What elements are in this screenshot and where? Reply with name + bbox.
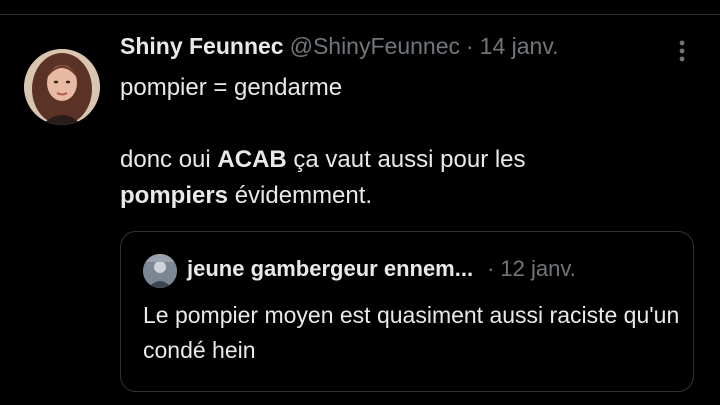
more-vertical-icon	[679, 40, 685, 62]
separator: ·	[487, 256, 495, 281]
quoted-text: Le pompier moyen est quasiment aussi rac…	[143, 302, 680, 363]
text-fragment: évidemment.	[228, 182, 373, 209]
user-handle[interactable]: @ShinyFeunnec	[290, 33, 460, 60]
quoted-tweet[interactable]: jeune gambergeur ennem... · 12 janv. Le …	[120, 231, 694, 392]
avatar-image	[24, 49, 100, 125]
tweet-text: pompier = gendarme donc oui ACAB ça vaut…	[120, 70, 680, 214]
tweet-line: pompier = gendarme	[120, 74, 343, 101]
display-name[interactable]: Shiny Feunnec	[120, 33, 284, 60]
quoted-avatar[interactable]	[143, 254, 177, 288]
bold-word: pompiers	[120, 182, 229, 209]
tweet-line: pompiers évidemment.	[120, 178, 680, 214]
more-button[interactable]	[668, 37, 696, 65]
avatar[interactable]	[24, 49, 100, 125]
tweet-line: donc oui ACAB ça vaut aussi pour les	[120, 142, 680, 178]
text-fragment: ça vaut aussi pour les	[286, 146, 526, 173]
quoted-date[interactable]: 12 janv.	[500, 256, 575, 282]
text-fragment: donc oui	[120, 146, 218, 173]
bold-word: ACAB	[217, 146, 287, 173]
tweet-date[interactable]: 14 janv.	[480, 33, 559, 60]
tweet-screen: Shiny Feunnec @ShinyFeunnec · 14 janv. p…	[0, 0, 720, 405]
quoted-header: jeune gambergeur ennem... · 12 janv.	[187, 256, 576, 282]
tweet-header: Shiny Feunnec @ShinyFeunnec · 14 janv.	[120, 33, 559, 65]
tweet[interactable]: Shiny Feunnec @ShinyFeunnec · 14 janv. p…	[0, 15, 720, 405]
quoted-display-name[interactable]: jeune gambergeur ennem...	[187, 256, 473, 282]
quoted-avatar-image	[143, 254, 177, 288]
separator: ·	[465, 33, 474, 59]
